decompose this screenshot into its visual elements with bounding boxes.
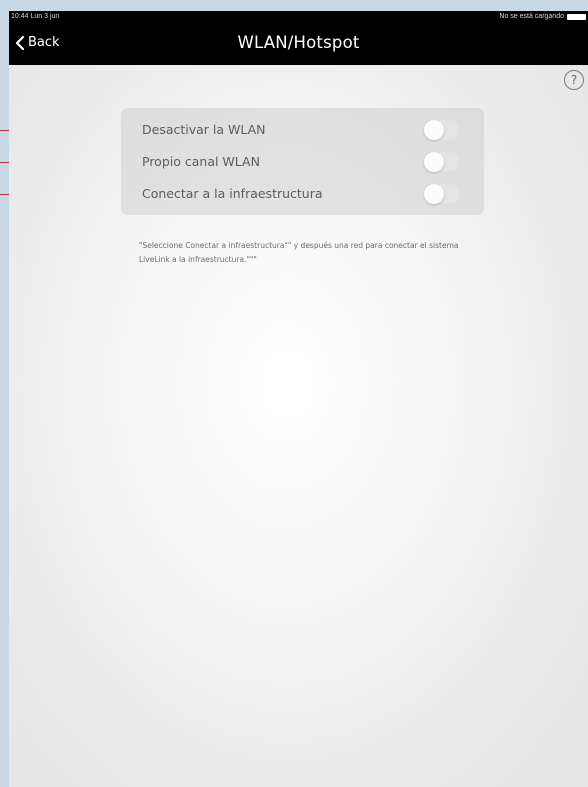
toggle-disable-wlan[interactable]	[423, 119, 461, 141]
toggle-knob	[424, 120, 444, 140]
setting-label-infrastructure: Conectar a la infraestructura	[142, 186, 323, 201]
status-time: 10:44 Lun 3 jun	[11, 13, 60, 20]
toggle-knob	[424, 184, 444, 204]
toggle-infrastructure[interactable]	[423, 183, 461, 205]
navigation-bar: 10:44 Lun 3 jun No se está cargando Back…	[9, 11, 588, 65]
status-charging: No se está cargando	[499, 13, 564, 20]
screenshot-frame: 10:44 Lun 3 jun No se está cargando Back…	[0, 0, 588, 787]
settings-card: Desactivar la WLAN Propio canal WLAN Con…	[121, 108, 484, 215]
setting-row-infrastructure: Conectar a la infraestructura	[121, 178, 484, 208]
help-button[interactable]: ?	[564, 70, 584, 90]
setting-row-own-channel: Propio canal WLAN	[121, 146, 484, 176]
toggle-knob	[424, 152, 444, 172]
battery-icon	[567, 14, 586, 20]
page-title: WLAN/Hotspot	[237, 33, 360, 52]
toggle-own-channel[interactable]	[423, 151, 461, 173]
help-text: "Seleccione Conectar a infraestructura""…	[139, 241, 459, 264]
setting-label-disable-wlan: Desactivar la WLAN	[142, 122, 266, 137]
setting-row-disable-wlan: Desactivar la WLAN	[121, 114, 484, 144]
setting-label-own-channel: Propio canal WLAN	[142, 154, 260, 169]
